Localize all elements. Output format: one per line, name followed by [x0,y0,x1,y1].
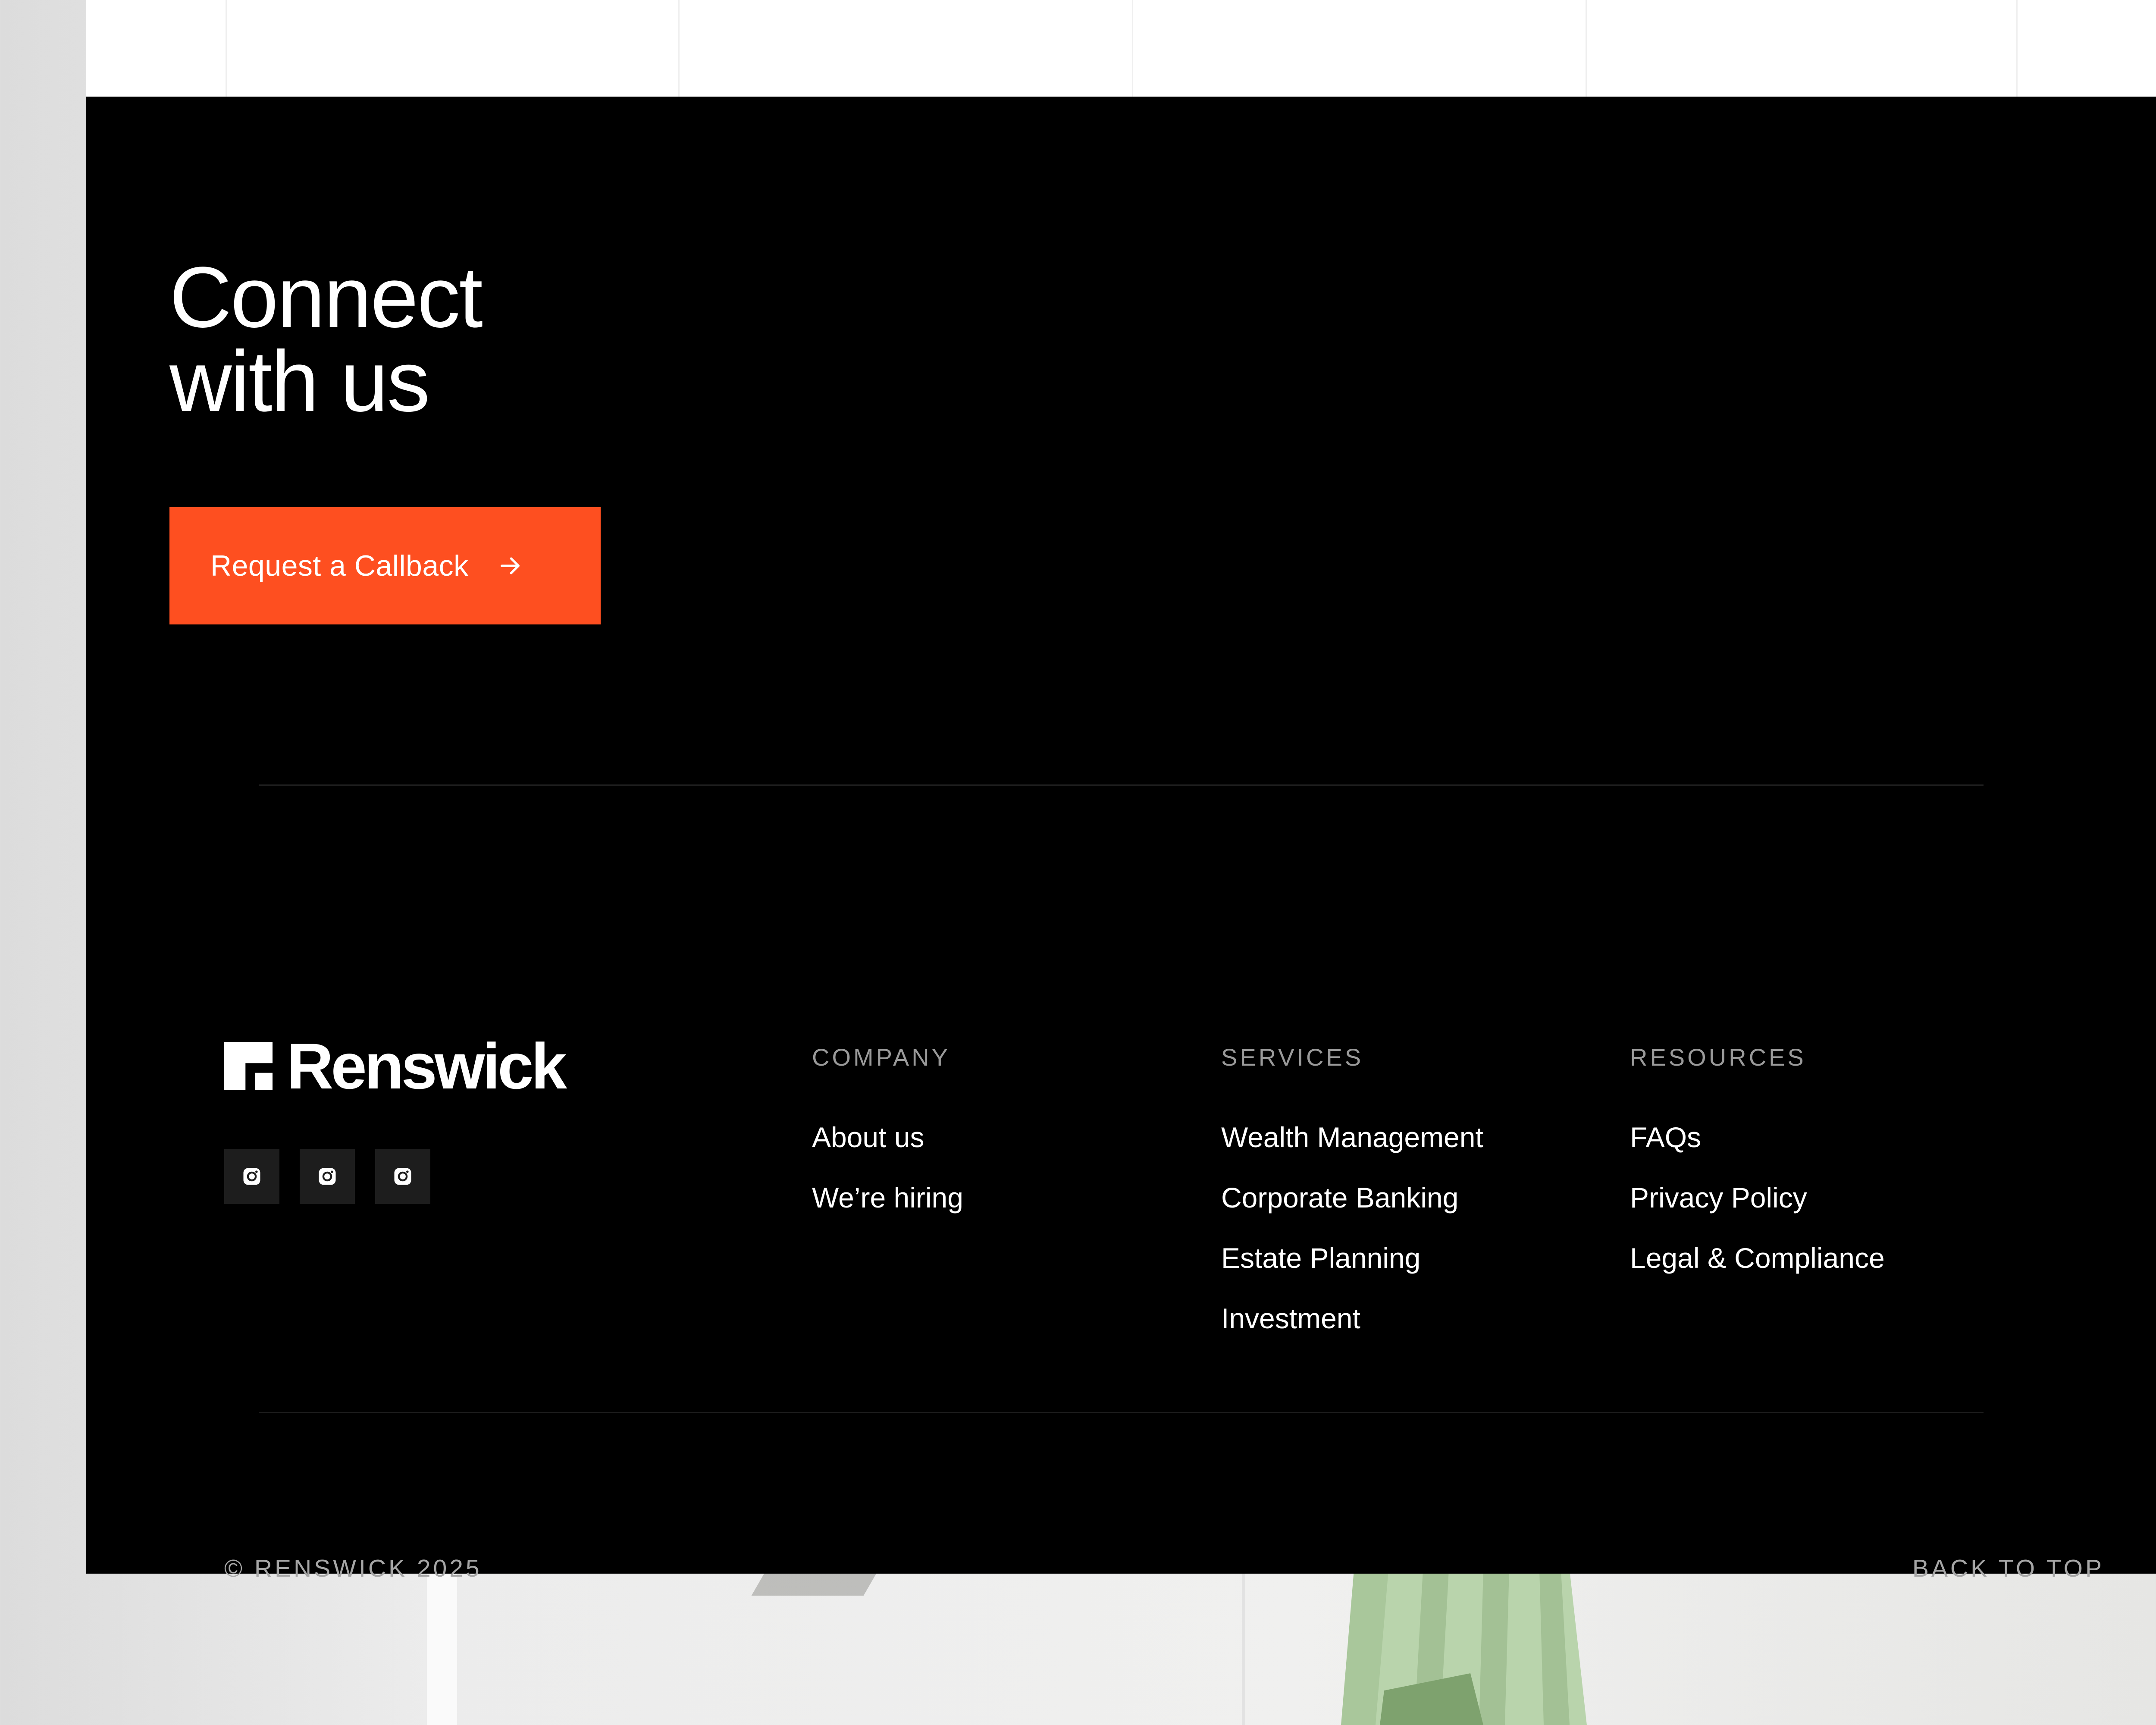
social-link-3[interactable] [375,1149,430,1204]
cta-heading-line-1: Connect [169,249,483,345]
footer-link-wealth-management[interactable]: Wealth Management [1221,1123,1483,1151]
previous-section-strip [86,0,2156,97]
footer-divider-top [259,784,1984,786]
background-seam [1242,1570,1245,1725]
grid-line [1586,0,1587,97]
brand-name: Renswick [287,1030,567,1102]
footer-column-heading: SERVICES [1221,1044,1364,1071]
renswick-mark-icon [224,1042,273,1090]
site-footer: Connect with us Request a Callback Rensw… [86,97,2156,1582]
request-callback-button[interactable]: Request a Callback [169,507,601,624]
footer-link-about-us[interactable]: About us [812,1123,924,1151]
grid-line [1132,0,1133,97]
footer-column-services: SERVICES Wealth Management Corporate Ban… [1221,1045,1483,1364]
footer-link-hiring[interactable]: We’re hiring [812,1183,963,1212]
instagram-icon [394,1168,411,1185]
footer-column-resources: RESOURCES FAQs Privacy Policy Legal & Co… [1630,1045,1885,1304]
footer-link-legal-compliance[interactable]: Legal & Compliance [1630,1244,1885,1272]
footer-column-heading: RESOURCES [1630,1044,1806,1071]
background-pillar [427,1570,457,1725]
cta-heading: Connect with us [169,249,773,430]
green-sculpture-image [1328,1570,1587,1725]
footer-column-heading: COMPANY [812,1044,950,1071]
footer-link-investment[interactable]: Investment [1221,1304,1360,1333]
footer-divider-bottom [259,1412,1984,1413]
social-link-1[interactable] [224,1149,279,1204]
footer-link-estate-planning[interactable]: Estate Planning [1221,1244,1420,1272]
instagram-icon [243,1168,260,1185]
grid-line [678,0,680,97]
footer-link-faqs[interactable]: FAQs [1630,1123,1701,1151]
back-to-top-link[interactable]: BACK TO TOP [1837,1554,2104,1583]
background-shadow [751,1570,879,1596]
instagram-icon [319,1168,336,1185]
grid-line [2016,0,2018,97]
request-callback-label: Request a Callback [210,549,469,582]
footer-link-corporate-banking[interactable]: Corporate Banking [1221,1183,1458,1212]
footer-link-privacy-policy[interactable]: Privacy Policy [1630,1183,1807,1212]
copyright-text: © RENSWICK 2025 [224,1555,482,1582]
arrow-right-icon [501,557,520,574]
brand-logo[interactable]: Renswick [224,1034,567,1098]
footer-column-company: COMPANY About us We’re hiring [812,1045,963,1244]
social-link-2[interactable] [300,1149,355,1204]
grid-line [226,0,227,97]
cta-heading-line-2: with us [169,333,430,430]
social-links [224,1149,430,1204]
